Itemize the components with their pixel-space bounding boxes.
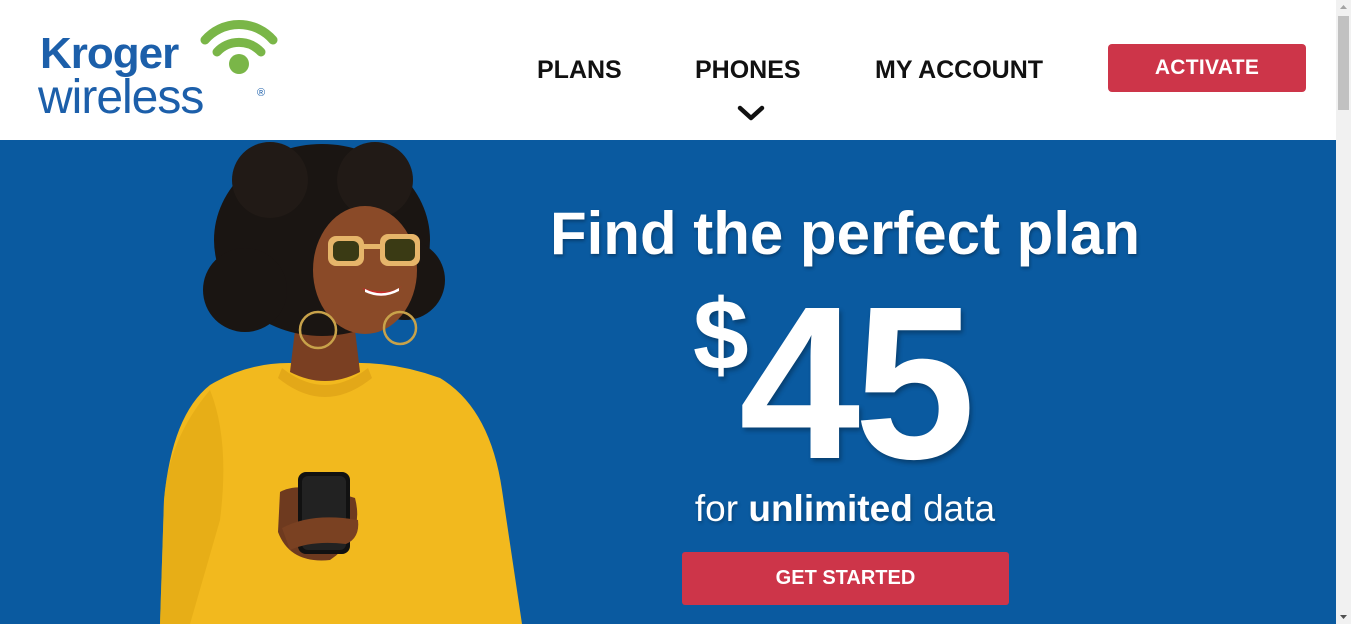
get-started-button[interactable]: GET STARTED xyxy=(682,552,1009,605)
woman-smiling-with-phone-photo xyxy=(160,142,522,624)
hero-banner: Find the perfect plan $ 45 for unlimited… xyxy=(0,140,1336,624)
wifi-icon xyxy=(200,19,278,74)
logo-text-wireless: wireless xyxy=(38,71,204,124)
nav-link-plans[interactable]: PLANS xyxy=(537,55,622,85)
logo-link[interactable]: Kroger wireless ® xyxy=(36,18,286,128)
scroll-up-arrow-icon[interactable] xyxy=(1336,0,1351,15)
site-header: Kroger wireless ® PLANS PHONES MY ACCOUN… xyxy=(0,0,1336,140)
hero-headline: Find the perfect plan xyxy=(549,200,1141,267)
chevron-down-icon[interactable] xyxy=(737,104,765,124)
nav-link-my-account[interactable]: MY ACCOUNT xyxy=(875,55,1043,85)
page-scrollbar[interactable] xyxy=(1336,0,1351,624)
registered-mark: ® xyxy=(257,87,266,99)
page-viewport: Kroger wireless ® PLANS PHONES MY ACCOUN… xyxy=(0,0,1336,624)
logo-text-kroger: Kroger xyxy=(40,29,179,78)
hero-subline: for unlimited data xyxy=(600,486,1090,532)
nav-link-phones[interactable]: PHONES xyxy=(695,55,801,85)
scrollbar-thumb[interactable] xyxy=(1338,16,1349,110)
subline-prefix: for xyxy=(694,488,749,529)
scroll-down-arrow-icon[interactable] xyxy=(1336,609,1351,624)
activate-button[interactable]: ACTIVATE xyxy=(1108,44,1306,92)
price-display: $ 45 xyxy=(693,275,1013,493)
subline-emphasis: unlimited xyxy=(748,488,913,529)
subline-suffix: data xyxy=(912,488,996,529)
price-amount: 45 xyxy=(739,262,975,505)
